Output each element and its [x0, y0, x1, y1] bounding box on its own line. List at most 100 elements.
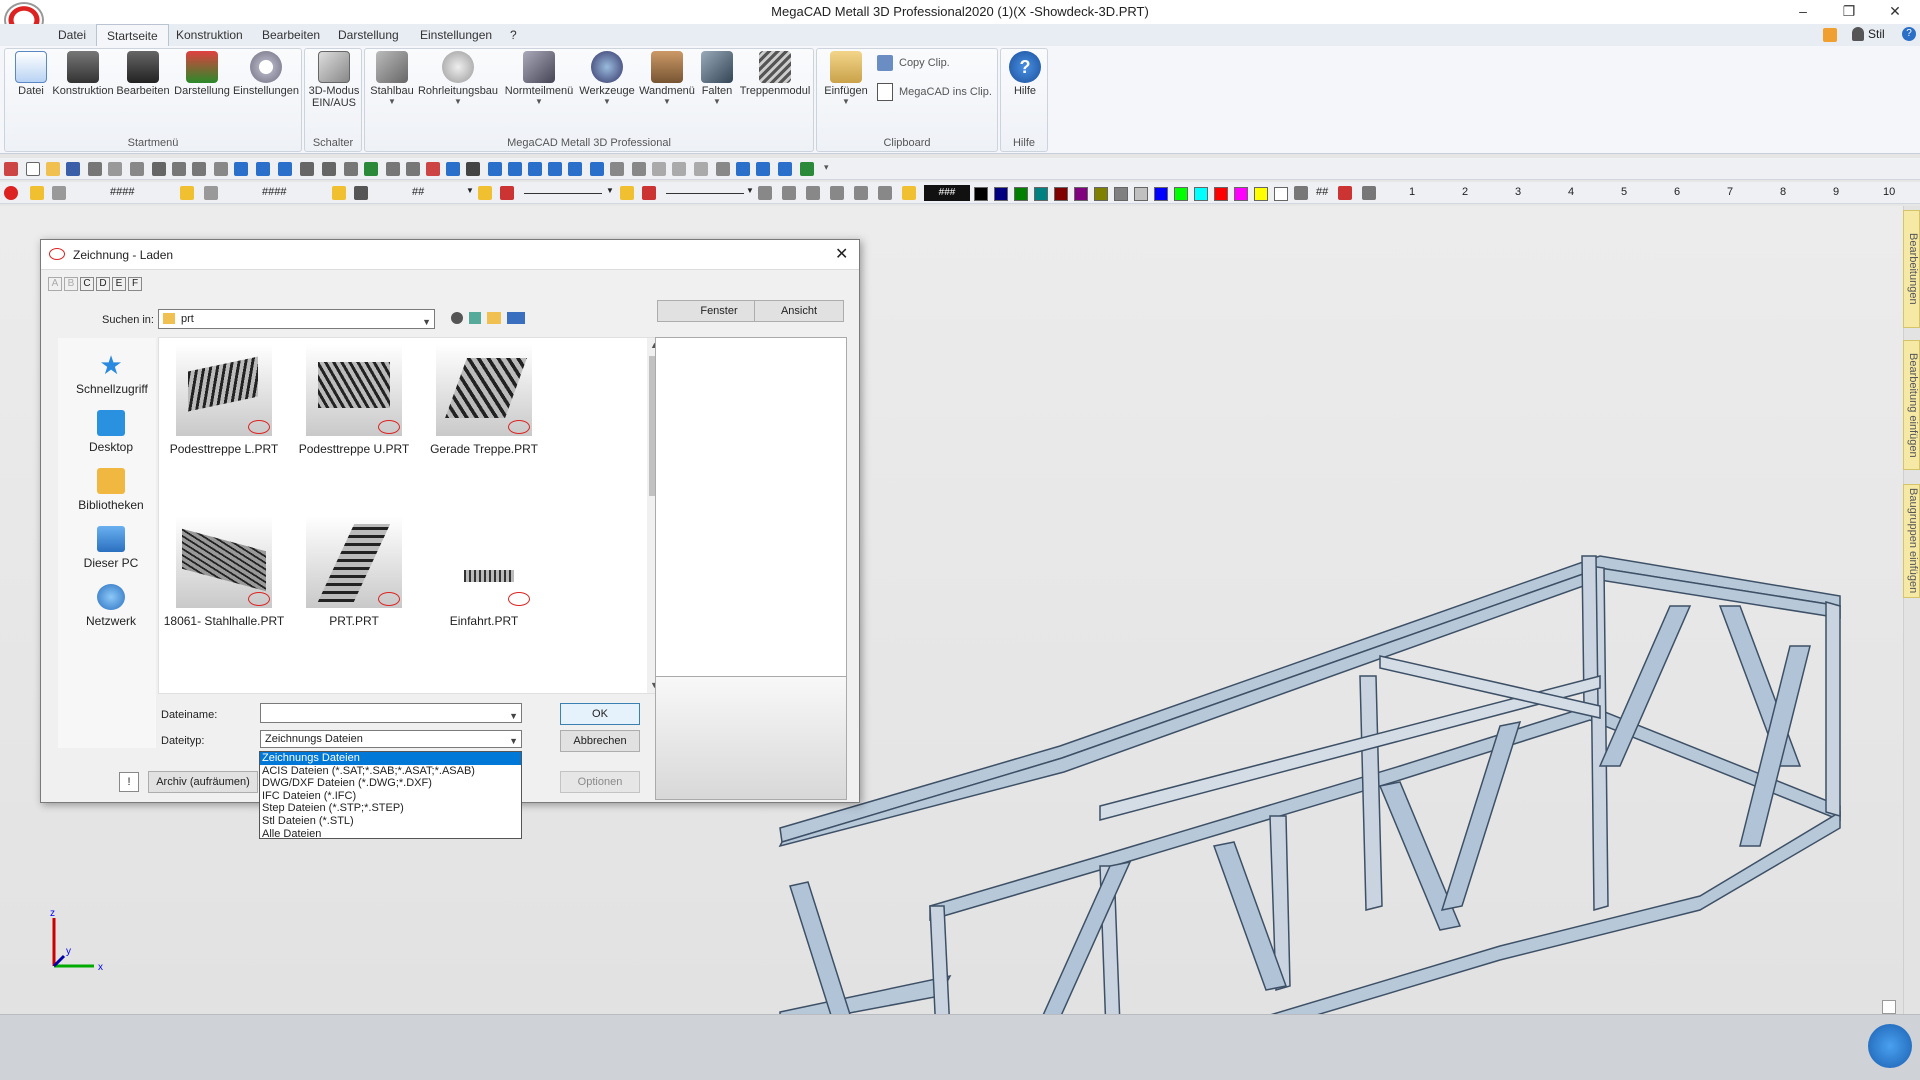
drive-letter-c[interactable]: C — [80, 277, 94, 291]
filetype-option[interactable]: Zeichnungs Dateien — [260, 752, 521, 765]
hatch-field[interactable]: ## — [1316, 186, 1328, 198]
save-icon[interactable] — [66, 162, 80, 176]
back-icon[interactable] — [451, 312, 463, 324]
ribbon-normteil-button[interactable]: Normteilmenü ▼ — [501, 51, 577, 106]
tab-startseite[interactable]: Startseite — [96, 24, 169, 46]
tool-icon[interactable] — [466, 162, 480, 176]
view-button[interactable]: Ansicht — [754, 300, 844, 322]
tool-icon[interactable] — [300, 162, 314, 176]
tab-einstellungen[interactable]: Einstellungen — [410, 24, 502, 46]
tool-icon[interactable] — [52, 186, 66, 200]
new-folder-icon[interactable] — [487, 312, 501, 324]
line-width-sample[interactable] — [666, 193, 744, 194]
tool-icon[interactable] — [778, 162, 792, 176]
ribbon-treppenmodul-button[interactable]: Treppenmodul — [737, 51, 813, 97]
file-list[interactable]: Podesttreppe L.PRT Podesttreppe U.PRT Ge… — [158, 337, 663, 694]
ribbon-3d-mode-button[interactable]: 3D-Modus EIN/AUS — [307, 51, 361, 109]
tab-datei[interactable]: Datei — [48, 24, 96, 46]
tool-icon[interactable] — [590, 162, 604, 176]
place-this-pc[interactable]: Dieser PC — [76, 526, 146, 570]
tool-icon[interactable] — [386, 162, 400, 176]
ribbon-darstellung-button[interactable]: Darstellung — [171, 51, 233, 97]
color-swatch[interactable] — [1254, 187, 1268, 201]
color-swatch[interactable] — [1154, 187, 1168, 201]
tool-icon[interactable] — [4, 162, 18, 176]
exchange-icon[interactable] — [1823, 28, 1837, 42]
undo-icon[interactable] — [256, 162, 270, 176]
restore-button[interactable]: ❐ — [1826, 0, 1872, 24]
color-swatch[interactable] — [1234, 187, 1248, 201]
ribbon-konstruktion-button[interactable]: Konstruktion — [51, 51, 115, 97]
open-folder-icon[interactable] — [46, 162, 60, 176]
tool-icon[interactable] — [694, 162, 708, 176]
color-swatch[interactable] — [974, 187, 988, 201]
look-in-select[interactable]: prt ▼ — [158, 309, 435, 329]
options-button[interactable]: Optionen — [560, 771, 640, 793]
filetype-option[interactable]: Alle Dateien — [260, 828, 521, 841]
tool-icon[interactable] — [610, 162, 624, 176]
dropdown-arrow-icon[interactable]: ▼ — [606, 186, 614, 195]
color-swatch[interactable] — [1174, 187, 1188, 201]
color-field[interactable]: ### — [924, 185, 970, 201]
tool-icon[interactable] — [4, 186, 18, 200]
drive-letter-e[interactable]: E — [112, 277, 126, 291]
place-desktop[interactable]: Desktop — [76, 410, 146, 454]
filetype-option[interactable]: Stl Dateien (*.STL) — [260, 815, 521, 828]
preview-icon[interactable] — [108, 162, 122, 176]
lock-icon[interactable] — [30, 186, 44, 200]
close-button[interactable]: ✕ — [1872, 0, 1918, 24]
tool-icon[interactable] — [756, 162, 770, 176]
tool-icon[interactable] — [322, 162, 336, 176]
color-swatch[interactable] — [1214, 187, 1228, 201]
tool-icon[interactable] — [234, 162, 248, 176]
paste-button[interactable]: Einfügen ▼ — [821, 51, 871, 106]
drive-letter-a[interactable]: A — [48, 277, 62, 291]
filetype-dropdown-list[interactable]: Zeichnungs Dateien ACIS Dateien (*.SAT;*… — [259, 751, 522, 841]
new-file-icon[interactable] — [26, 162, 40, 176]
copy-clip-button[interactable]: Copy Clip. — [877, 55, 950, 71]
group-field[interactable]: #### — [262, 186, 286, 198]
place-quick-access[interactable]: ★ Schnellzugriff — [76, 352, 148, 396]
tool-icon[interactable] — [130, 162, 144, 176]
ribbon-falten-button[interactable]: Falten ▼ — [697, 51, 737, 106]
tab-konstruktion[interactable]: Konstruktion — [166, 24, 253, 46]
color-swatch[interactable] — [1094, 187, 1108, 201]
print-icon[interactable] — [88, 162, 102, 176]
tool-icon[interactable] — [192, 162, 206, 176]
tool-icon[interactable] — [500, 186, 514, 200]
file-item[interactable]: 18061- Stahlhalle.PRT — [159, 516, 289, 628]
color-swatch[interactable] — [1074, 187, 1088, 201]
color-swatch[interactable] — [1014, 187, 1028, 201]
lock-icon[interactable] — [620, 186, 634, 200]
zoom-icon[interactable] — [758, 186, 772, 200]
lock-icon[interactable] — [902, 186, 916, 200]
ribbon-einstellungen-button[interactable]: Einstellungen — [231, 51, 301, 97]
zoom-icon[interactable] — [782, 186, 796, 200]
tool-icon[interactable] — [172, 162, 186, 176]
dialog-close-button[interactable]: ✕ — [835, 244, 848, 264]
line-style-sample[interactable] — [524, 193, 602, 194]
lock-icon[interactable] — [332, 186, 346, 200]
file-item[interactable]: PRT.PRT — [289, 516, 419, 628]
filetype-option[interactable]: ACIS Dateien (*.SAT;*.SAB;*.ASAT;*.ASAB) — [260, 765, 521, 778]
drive-letter-d[interactable]: D — [96, 277, 110, 291]
file-item[interactable]: Podesttreppe L.PRT — [159, 344, 289, 456]
tool-icon[interactable] — [214, 162, 228, 176]
drive-letter-f[interactable]: F — [128, 277, 142, 291]
redo-icon[interactable] — [278, 162, 292, 176]
help-icon[interactable]: ? — [1902, 27, 1916, 41]
ribbon-stahlbau-button[interactable]: Stahlbau ▼ — [369, 51, 415, 106]
place-libraries[interactable]: Bibliotheken — [76, 468, 146, 512]
tool-icon[interactable] — [642, 186, 656, 200]
side-tab-bearbeitung-einfuegen[interactable]: Bearbeitung einfügen — [1903, 340, 1920, 470]
ruler-icon[interactable] — [1362, 186, 1376, 200]
corner-button[interactable] — [1882, 1000, 1896, 1014]
tool-icon[interactable] — [632, 162, 646, 176]
tool-icon[interactable] — [446, 162, 460, 176]
color-swatch[interactable] — [1114, 187, 1128, 201]
color-swatch[interactable] — [1034, 187, 1048, 201]
tool-icon[interactable] — [488, 162, 502, 176]
file-item[interactable]: Gerade Treppe.PRT — [419, 344, 549, 456]
file-item[interactable]: Podesttreppe U.PRT — [289, 344, 419, 456]
lock-icon[interactable] — [478, 186, 492, 200]
